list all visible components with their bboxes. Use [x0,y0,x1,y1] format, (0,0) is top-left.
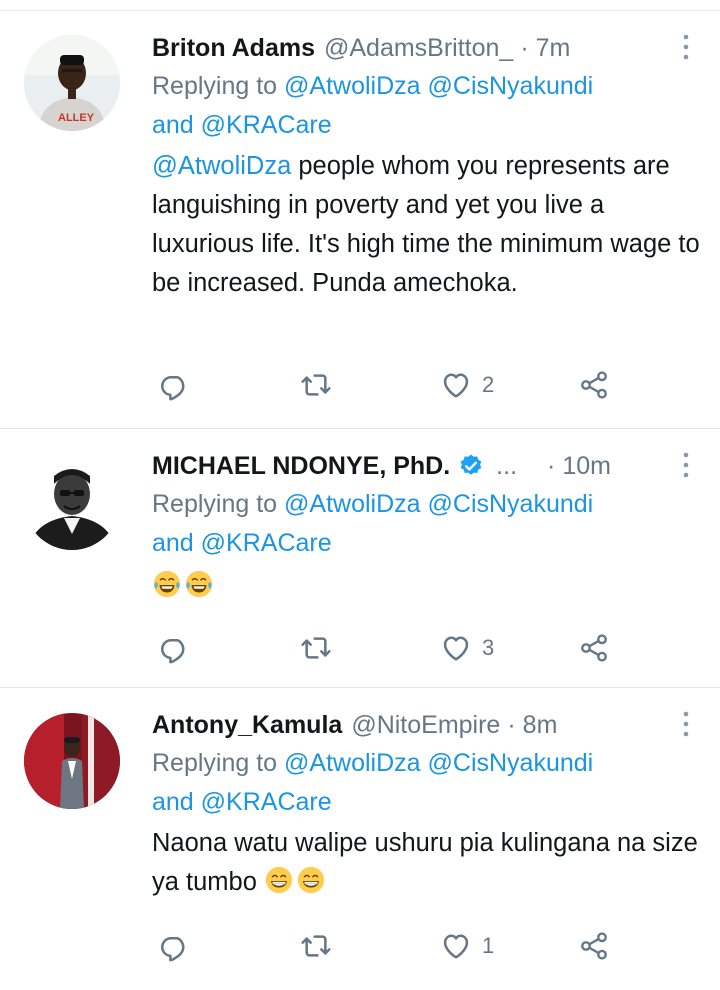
share-button[interactable] [578,628,610,668]
separator-dot: · [507,711,516,739]
user-handle[interactable]: @AdamsBritton_ [324,30,513,66]
retweet-icon [300,930,332,962]
retweet-button[interactable] [300,365,332,405]
reply-button[interactable] [158,365,190,405]
like-button[interactable]: 2 [440,365,494,405]
avatar[interactable] [24,454,120,550]
like-heart-icon [440,930,472,962]
replying-to: Replying to @AtwoliDza @CisNyakundi and … [152,485,700,563]
retweet-button[interactable] [300,628,332,668]
tweet-body: Naona watu walipe ushuru pia kulingana n… [152,829,698,896]
face-with-tears-of-joy-icon [184,569,214,599]
tweet-3[interactable]: Antony_Kamula @NitoEmpire · 8m Replying … [0,689,720,990]
tweet-1[interactable]: ALLEY Briton Adams @AdamsBritton_ · 7m R… [0,11,720,429]
tweet-text: @AtwoliDza people whom you represents ar… [152,147,700,303]
avatar-photo-icon [24,454,120,550]
replying-to: Replying to @AtwoliDza @CisNyakundi and … [152,67,700,145]
more-vertical-icon[interactable] [676,709,696,739]
replying-to-label: Replying to [152,490,278,518]
mention-link[interactable]: @AtwoliDza [284,72,421,100]
mention-link[interactable]: @CisNyakundi [428,72,594,100]
more-vertical-icon[interactable] [676,450,696,480]
more-vertical-icon[interactable] [676,32,696,62]
retweet-icon [300,369,332,401]
like-count: 2 [482,372,495,397]
and-label: and [152,788,194,816]
reply-button[interactable] [158,926,190,966]
reply-button[interactable] [158,628,190,668]
mention-link[interactable]: @CisNyakundi [428,490,594,518]
retweet-button[interactable] [300,926,332,966]
replying-to-label: Replying to [152,72,278,100]
display-name[interactable]: MICHAEL NDONYE, PhD. [152,448,450,484]
and-label: and [152,529,194,557]
display-name[interactable]: Antony_Kamula [152,707,342,743]
replying-to-label: Replying to [152,749,278,777]
timestamp[interactable]: 7m [536,30,571,66]
mention-link[interactable]: @AtwoliDza [284,490,421,518]
tweet-text [152,567,700,606]
verified-badge-icon [460,454,482,475]
mention-link[interactable]: @KRACare [201,529,332,557]
share-icon [578,632,610,664]
grinning-face-with-smiling-eyes-icon [264,865,294,895]
mention-link[interactable]: @KRACare [201,111,332,139]
svg-text:ALLEY: ALLEY [58,112,95,124]
share-icon [578,930,610,962]
timestamp[interactable]: 8m [523,707,558,743]
tweet-text: Naona watu walipe ushuru pia kulingana n… [152,824,700,902]
like-button[interactable]: 3 [440,628,494,668]
mention-link[interactable]: @CisNyakundi [428,749,594,777]
like-button[interactable]: 1 [440,926,494,966]
separator-dot: · [547,452,556,480]
reply-icon [158,632,190,664]
grinning-face-with-smiling-eyes-icon [296,865,326,895]
separator-dot: · [520,34,529,62]
reply-icon [158,930,190,962]
and-label: and [152,111,194,139]
mention-link[interactable]: @AtwoliDza [284,749,421,777]
avatar[interactable]: ALLEY [24,35,120,131]
avatar-photo-icon: ALLEY [24,35,120,131]
face-with-tears-of-joy-icon [152,569,182,599]
share-button[interactable] [578,926,610,966]
reply-icon [158,369,190,401]
avatar-photo-icon [24,713,120,809]
share-button[interactable] [578,365,610,405]
mention-link[interactable]: @KRACare [201,788,332,816]
timestamp[interactable]: 10m [562,448,611,484]
retweet-icon [300,632,332,664]
user-handle[interactable]: @NitoEmpire [351,707,500,743]
tweet-2[interactable]: MICHAEL NDONYE, PhD. ... · 10m Replying … [0,430,720,688]
avatar[interactable] [24,713,120,809]
like-heart-icon [440,369,472,401]
display-name[interactable]: Briton Adams [152,30,315,66]
like-count: 3 [482,635,495,660]
like-heart-icon [440,632,472,664]
share-icon [578,369,610,401]
mention-link[interactable]: @AtwoliDza [152,152,291,180]
like-count: 1 [482,933,495,958]
truncation-ellipsis: ... [496,452,518,480]
replying-to: Replying to @AtwoliDza @CisNyakundi and … [152,744,700,822]
